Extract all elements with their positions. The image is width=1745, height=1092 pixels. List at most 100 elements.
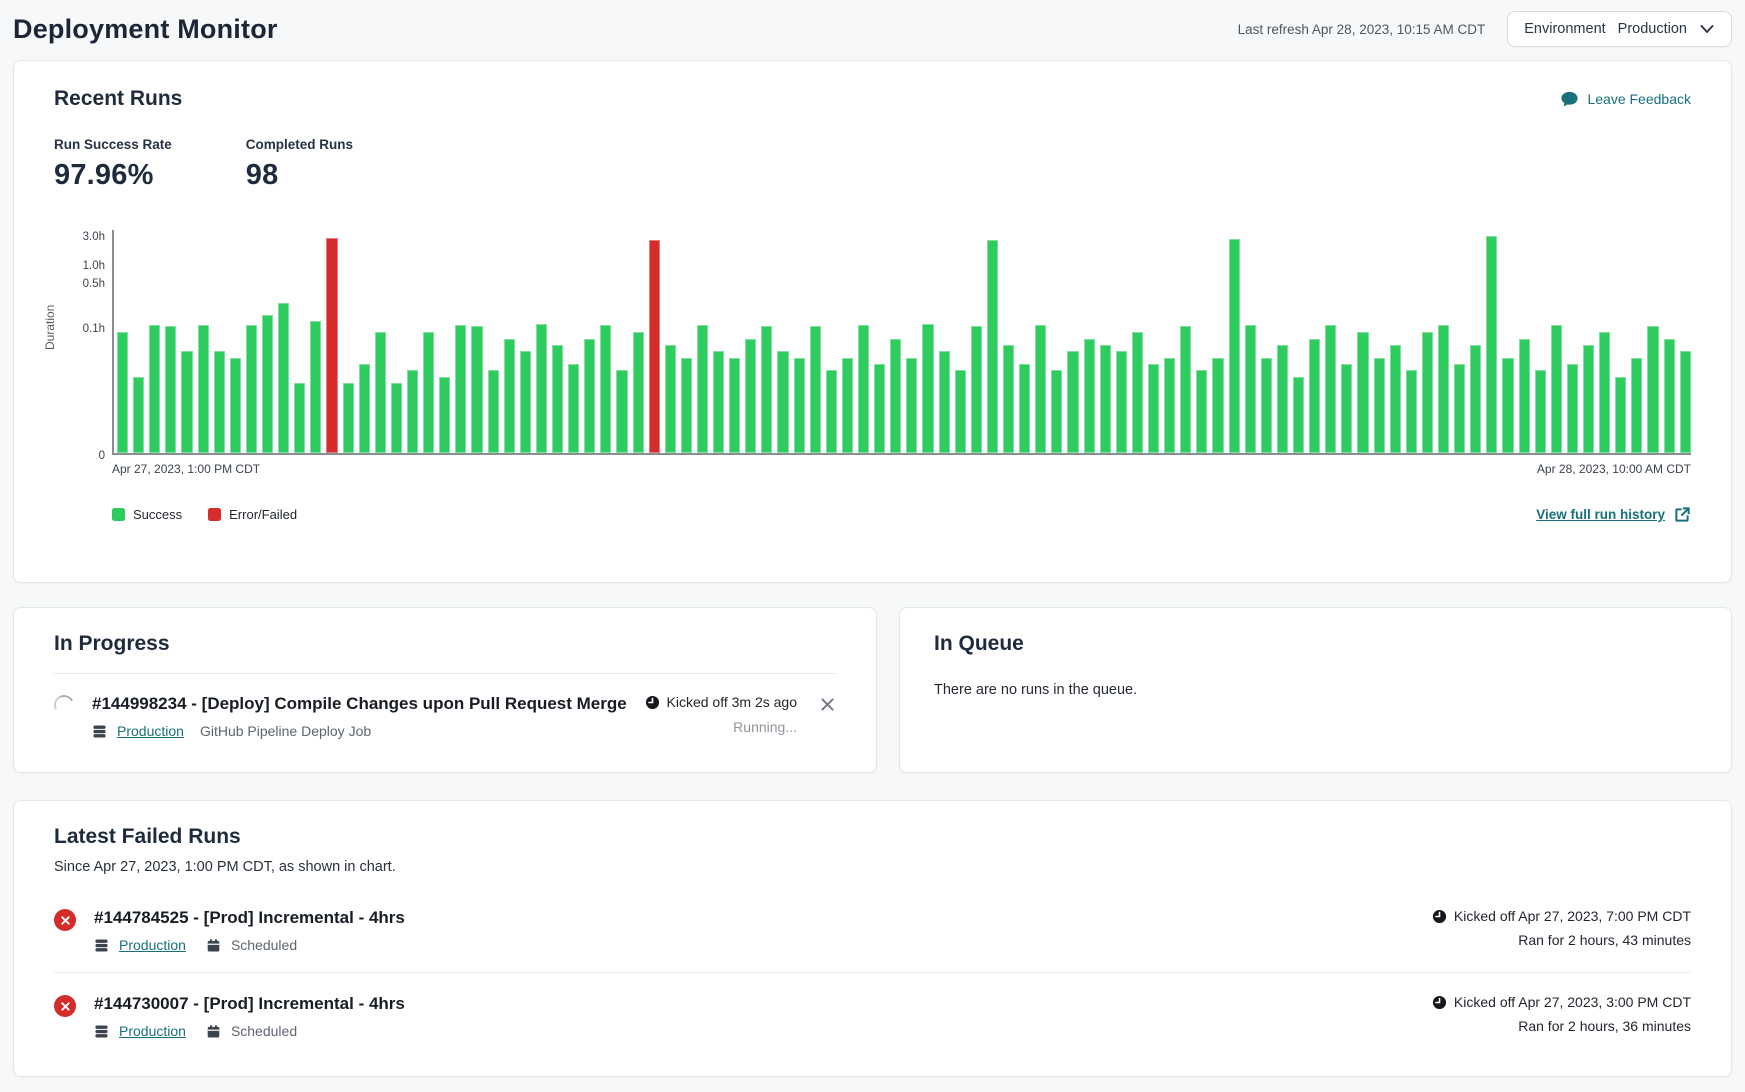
chart-bar-success[interactable] (1067, 351, 1078, 453)
chart-bar-success[interactable] (826, 370, 837, 453)
chart-bar-success[interactable] (181, 351, 192, 453)
chart-bar-success[interactable] (697, 325, 708, 453)
chart-bar-success[interactable] (665, 345, 676, 453)
chart-bar-success[interactable] (488, 370, 499, 453)
chart-bar-success[interactable] (1309, 339, 1320, 453)
chart-bar-success[interactable] (922, 324, 933, 453)
chart-bar-success[interactable] (1003, 345, 1014, 453)
chart-bar-success[interactable] (939, 351, 950, 453)
chart-bar-success[interactable] (1535, 370, 1546, 453)
chart-bar-success[interactable] (246, 325, 257, 453)
chart-bar-success[interactable] (1519, 339, 1530, 453)
chart-bar-success[interactable] (745, 339, 756, 453)
chart-bar-success[interactable] (1664, 339, 1675, 453)
chart-bar-success[interactable] (214, 351, 225, 453)
environment-link[interactable]: Production (119, 937, 186, 953)
chart-bar-failed[interactable] (326, 238, 337, 453)
chart-bar-success[interactable] (471, 326, 482, 453)
chart-bar-success[interactable] (391, 383, 402, 453)
chart-bar-success[interactable] (1051, 370, 1062, 453)
chart-bar-success[interactable] (117, 332, 128, 453)
chart-bar-success[interactable] (536, 324, 547, 453)
chart-bar-success[interactable] (1470, 345, 1481, 453)
chart-bar-success[interactable] (1357, 332, 1368, 453)
chart-bar-success[interactable] (343, 383, 354, 453)
chart-bar-success[interactable] (1615, 377, 1626, 453)
chart-bar-success[interactable] (777, 351, 788, 453)
chart-bar-success[interactable] (616, 370, 627, 453)
chart-bar-success[interactable] (729, 358, 740, 453)
chart-bar-success[interactable] (600, 325, 611, 453)
chart-bar-success[interactable] (810, 326, 821, 453)
chart-bar-success[interactable] (1116, 351, 1127, 453)
environment-dropdown[interactable]: Environment Production (1507, 11, 1732, 47)
chart-bar-success[interactable] (1454, 364, 1465, 453)
chart-bar-success[interactable] (165, 326, 176, 453)
chart-bar-success[interactable] (1100, 345, 1111, 453)
chart-bar-success[interactable] (584, 339, 595, 453)
chart-bar-success[interactable] (1583, 345, 1594, 453)
chart-bar-success[interactable] (1486, 236, 1497, 453)
chart-bar-success[interactable] (713, 351, 724, 453)
leave-feedback-link[interactable]: Leave Feedback (1560, 90, 1691, 109)
environment-link[interactable]: Production (117, 723, 184, 739)
chart-bar-success[interactable] (1132, 332, 1143, 453)
environment-link[interactable]: Production (119, 1023, 186, 1039)
chart-bar-success[interactable] (294, 383, 305, 453)
chart-bar-success[interactable] (842, 358, 853, 453)
chart-bar-success[interactable] (794, 358, 805, 453)
chart-bar-success[interactable] (1680, 351, 1691, 453)
chart-bar-success[interactable] (1164, 358, 1175, 453)
chart-bar-success[interactable] (1631, 358, 1642, 453)
chart-bar-success[interactable] (133, 377, 144, 453)
chart-bar-success[interactable] (198, 325, 209, 453)
chart-bar-success[interactable] (1325, 325, 1336, 453)
chart-bar-success[interactable] (359, 364, 370, 453)
chart-bar-success[interactable] (1229, 239, 1240, 453)
chart-bar-success[interactable] (439, 377, 450, 453)
chart-bar-success[interactable] (1245, 325, 1256, 453)
chart-bar-success[interactable] (262, 315, 273, 453)
chart-bar-success[interactable] (1390, 345, 1401, 453)
chart-bar-success[interactable] (423, 332, 434, 453)
close-icon[interactable] (819, 696, 836, 713)
chart-bar-success[interactable] (1502, 358, 1513, 453)
chart-bar-success[interactable] (375, 332, 386, 453)
chart-bar-success[interactable] (1261, 358, 1272, 453)
chart-bar-success[interactable] (681, 358, 692, 453)
chart-bar-success[interactable] (874, 364, 885, 453)
chart-bar-success[interactable] (1551, 325, 1562, 453)
chart-bar-success[interactable] (1180, 326, 1191, 453)
chart-bar-success[interactable] (1567, 364, 1578, 453)
chart-bar-success[interactable] (1084, 339, 1095, 453)
chart-bar-success[interactable] (230, 358, 241, 453)
chart-bar-success[interactable] (1341, 364, 1352, 453)
chart-bar-success[interactable] (761, 326, 772, 453)
chart-bar-success[interactable] (1277, 345, 1288, 453)
chart-bar-success[interactable] (1422, 332, 1433, 453)
chart-bar-success[interactable] (955, 370, 966, 453)
chart-bar-success[interactable] (971, 326, 982, 453)
chart-bar-success[interactable] (455, 325, 466, 453)
chart-bar-success[interactable] (906, 358, 917, 453)
chart-bar-success[interactable] (858, 325, 869, 453)
chart-bar-success[interactable] (1019, 364, 1030, 453)
chart-bar-failed[interactable] (649, 240, 660, 453)
chart-bar-success[interactable] (568, 364, 579, 453)
chart-bar-success[interactable] (633, 332, 644, 453)
chart-bar-success[interactable] (278, 303, 289, 453)
chart-bar-success[interactable] (552, 345, 563, 453)
chart-bar-success[interactable] (1196, 370, 1207, 453)
chart-bar-success[interactable] (1148, 364, 1159, 453)
chart-bar-success[interactable] (1212, 358, 1223, 453)
chart-bar-success[interactable] (1293, 377, 1304, 453)
chart-bar-success[interactable] (1035, 325, 1046, 453)
chart-bar-success[interactable] (407, 370, 418, 453)
chart-bar-success[interactable] (987, 240, 998, 453)
chart-bar-success[interactable] (149, 325, 160, 453)
chart-bar-success[interactable] (1374, 358, 1385, 453)
chart-bar-success[interactable] (504, 339, 515, 453)
chart-bar-success[interactable] (1406, 370, 1417, 453)
chart-bar-success[interactable] (310, 321, 321, 453)
chart-bar-success[interactable] (1438, 325, 1449, 453)
